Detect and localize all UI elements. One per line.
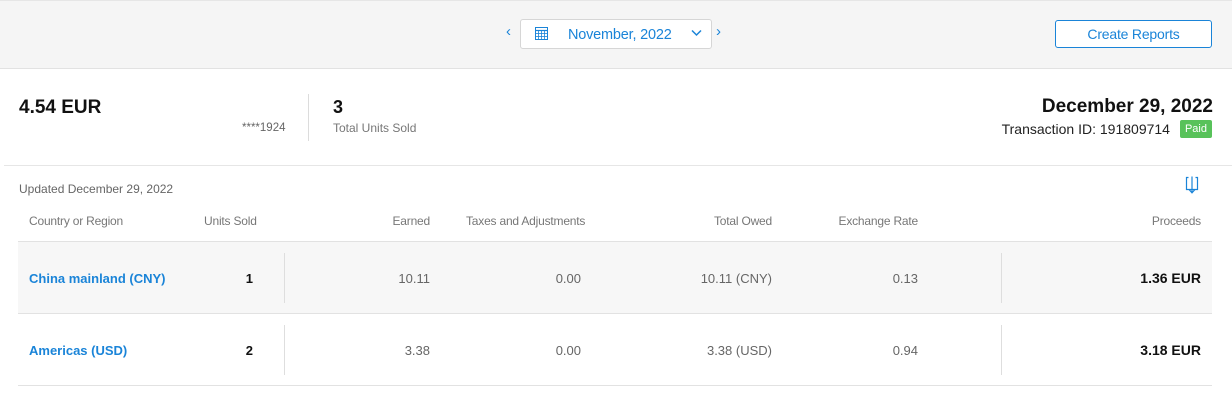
table-row: China mainland (CNY) 1 10.11 0.00 10.11 …: [18, 242, 1212, 314]
row-divider: [284, 253, 285, 303]
section-divider: [4, 165, 1232, 166]
download-icon[interactable]: [1185, 176, 1199, 194]
row-divider: [284, 325, 285, 375]
taxes-cell: 0.00: [555, 343, 581, 358]
column-header-country: Country or Region: [29, 214, 123, 228]
row-divider: [1001, 253, 1002, 303]
column-header-proceeds: Proceeds: [1151, 214, 1201, 228]
chevron-down-icon: [691, 29, 702, 37]
table-divider: [18, 385, 1212, 386]
units-cell: 1: [245, 271, 253, 286]
summary-divider: [308, 94, 309, 141]
total-owed-cell: 10.11 (CNY): [700, 271, 772, 286]
country-link[interactable]: Americas (USD): [29, 343, 127, 358]
create-reports-button[interactable]: Create Reports: [1055, 20, 1212, 48]
column-header-earned: Earned: [392, 214, 431, 228]
total-owed-cell: 3.38 (USD): [706, 343, 772, 358]
transaction-id: Transaction ID: 191809714: [1001, 121, 1170, 137]
month-picker[interactable]: November, 2022: [520, 19, 712, 49]
chevron-left-icon[interactable]: ‹: [506, 23, 511, 41]
calendar-icon: [535, 27, 548, 40]
table-row: Americas (USD) 2 3.38 0.00 3.38 (USD) 0.…: [18, 314, 1212, 386]
chevron-right-icon[interactable]: ›: [716, 23, 721, 41]
country-link[interactable]: China mainland (CNY): [29, 271, 166, 286]
row-divider: [1001, 325, 1002, 375]
column-header-taxes: Taxes and Adjustments: [466, 214, 586, 228]
exchange-rate-cell: 0.13: [892, 271, 918, 286]
payment-date: December 29, 2022: [1041, 96, 1213, 117]
report-toolbar: ‹ November, 2022 › Create Reports: [0, 0, 1232, 69]
column-header-units: Units Sold: [204, 214, 257, 228]
total-units-label: Total Units Sold: [333, 121, 417, 135]
proceeds-cell: 1.36 EUR: [1140, 270, 1201, 286]
status-badge: Paid: [1179, 120, 1212, 138]
month-label: November, 2022: [568, 27, 672, 43]
taxes-cell: 0.00: [555, 271, 581, 286]
total-units-value: 3: [333, 97, 344, 117]
payment-amount: 4.54 EUR: [19, 97, 102, 118]
updated-label: Updated December 29, 2022: [19, 182, 174, 196]
transaction-info: Transaction ID: 191809714 Paid: [1002, 120, 1212, 138]
column-header-exchange-rate: Exchange Rate: [838, 214, 919, 228]
column-header-total-owed: Total Owed: [713, 214, 772, 228]
proceeds-cell: 3.18 EUR: [1140, 342, 1201, 358]
exchange-rate-cell: 0.94: [892, 343, 918, 358]
units-cell: 2: [245, 343, 253, 358]
earned-cell: 3.38: [404, 343, 430, 358]
account-number: ****1924: [242, 122, 286, 134]
earned-cell: 10.11: [398, 271, 430, 286]
